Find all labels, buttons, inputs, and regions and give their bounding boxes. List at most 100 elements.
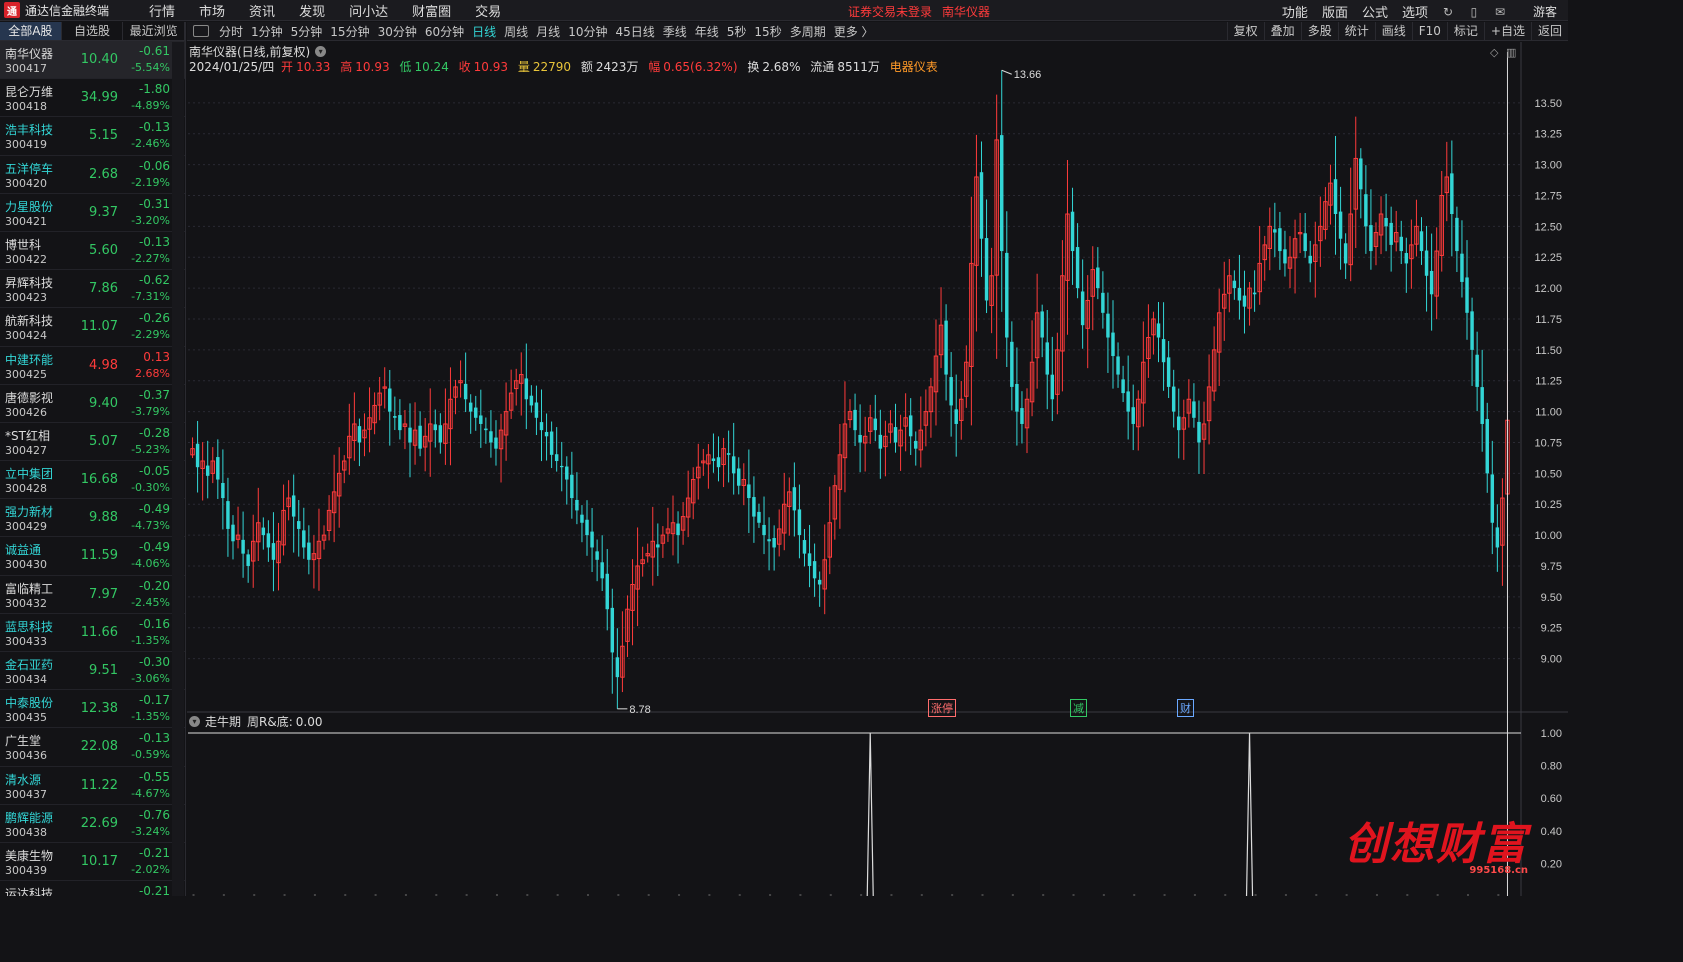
stock-row[interactable]: 蓝思科技 300433 11.66 -0.16 -1.35%	[0, 614, 185, 652]
close-value: 10.93	[473, 60, 509, 74]
candle-body	[1384, 217, 1388, 227]
period-tab[interactable]: 日线	[468, 23, 500, 40]
sidebar-toggle-icon[interactable]	[193, 25, 209, 37]
diamond-icon[interactable]: ◇	[1490, 46, 1498, 59]
panel-icon[interactable]: ▥	[1506, 46, 1516, 59]
stock-row[interactable]: 运达科技 -0.21	[0, 881, 185, 896]
menu-item-markets[interactable]: 市场	[187, 1, 237, 20]
stock-code: 300420	[5, 176, 47, 190]
stock-row[interactable]: 五洋停车 300420 2.68 -0.06 -2.19%	[0, 156, 185, 194]
chevron-down-icon[interactable]: ▾	[189, 716, 200, 727]
stock-row[interactable]: 广生堂 300436 22.08 -0.13 -0.59%	[0, 728, 185, 767]
period-tab[interactable]: 10分钟	[564, 23, 611, 40]
period-tab[interactable]: 分时	[215, 23, 247, 40]
stock-row[interactable]: *ST红相 300427 5.07 -0.28 -5.23%	[0, 423, 185, 462]
event-tag-reduce[interactable]: 减	[1070, 699, 1087, 717]
menu-item-discover[interactable]: 发现	[287, 1, 337, 20]
period-tab[interactable]: 周线	[500, 23, 532, 40]
event-tag-finance[interactable]: 财	[1177, 699, 1194, 717]
event-tag-limit-up[interactable]: 涨停	[928, 699, 956, 717]
stock-row[interactable]: 诚益通 300430 11.59 -0.49 -4.06%	[0, 537, 185, 576]
chart-tool-button[interactable]: 画线	[1374, 22, 1412, 41]
price-tick-label: 12.25	[1534, 252, 1562, 264]
chart-tool-button[interactable]: 多股	[1300, 22, 1338, 41]
stock-row[interactable]: 博世科 300422 5.60 -0.13 -2.27%	[0, 232, 185, 271]
candle-body	[1045, 342, 1049, 375]
stock-row[interactable]: 强力新材 300429 9.88 -0.49 -4.73%	[0, 499, 185, 538]
chart-tool-button[interactable]: F10	[1411, 22, 1447, 41]
candle-body	[1369, 225, 1373, 252]
period-tab[interactable]: 月线	[532, 23, 564, 40]
stock-row[interactable]: 清水源 300437 11.22 -0.55 -4.67%	[0, 767, 185, 805]
period-tab[interactable]: 1分钟	[247, 23, 287, 40]
candle-body	[802, 540, 807, 554]
stock-change-pct: -3.20%	[131, 213, 170, 227]
stock-row[interactable]: 昆仑万维 300418 34.99 -1.80 -4.89%	[0, 79, 185, 118]
chart-tool-button[interactable]: 复权	[1226, 22, 1264, 41]
indicator-name[interactable]: 走牛期	[205, 713, 241, 730]
chart-tool-button[interactable]: 标记	[1446, 22, 1484, 41]
tab-recent[interactable]: 最近浏览	[123, 22, 185, 40]
menu-item-layout[interactable]: 版面	[1315, 2, 1355, 21]
period-tab[interactable]: 5秒	[723, 23, 751, 40]
stock-row[interactable]: 立中集团 300428 16.68 -0.05 -0.30%	[0, 461, 185, 500]
period-tab[interactable]: 45日线	[611, 23, 658, 40]
chart-tool-button[interactable]: +自选	[1483, 22, 1531, 41]
period-tab[interactable]: 5分钟	[287, 23, 327, 40]
refresh-icon[interactable]: ↻	[1435, 5, 1461, 19]
stock-row[interactable]: 中建环能 300425 4.98 0.13 2.68%	[0, 347, 185, 385]
app-title: 通达信金融终端	[25, 3, 110, 18]
stock-row[interactable]: 浩丰科技 300419 5.15 -0.13 -2.46%	[0, 117, 185, 156]
stock-row[interactable]: 昇辉科技 300423 7.86 -0.62 -7.31%	[0, 270, 185, 309]
chart-tool-button[interactable]: 返回	[1530, 22, 1568, 41]
period-tab[interactable]: 30分钟	[374, 23, 421, 40]
stock-code: 300424	[5, 329, 47, 343]
menu-item-market[interactable]: 行情	[137, 1, 187, 20]
chart-tool-button[interactable]: 统计	[1337, 22, 1375, 41]
stock-row[interactable]: 唐德影视 300426 9.40 -0.37 -3.79%	[0, 385, 185, 423]
period-tab[interactable]: 多周期	[786, 23, 830, 40]
menu-item-fortune[interactable]: 财富圈	[400, 1, 463, 20]
stock-row[interactable]: 金石亚药 300434 9.51 -0.30 -3.06%	[0, 652, 185, 691]
indicator-peak	[866, 732, 874, 896]
phone-icon[interactable]: ▯	[1461, 5, 1487, 19]
stock-row[interactable]: 美康生物 300439 10.17 -0.21 -2.02%	[0, 843, 185, 882]
menu-item-trade[interactable]: 交易	[463, 1, 513, 20]
stock-row[interactable]: 中泰股份 300435 12.38 -0.17 -1.35%	[0, 690, 185, 729]
kline-chart-canvas[interactable]: 13.50 13.25 13.00 12.75 12.50 12.25 12.00 11.75…	[187, 42, 1568, 896]
turnover-value: 2.68%	[762, 60, 801, 74]
tab-watchlist[interactable]: 自选股	[62, 22, 124, 40]
tab-all-a-shares[interactable]: 全部A股	[0, 22, 62, 40]
stock-row[interactable]: 富临精工 300432 7.97 -0.20 -2.45%	[0, 576, 185, 614]
menu-item-news[interactable]: 资讯	[237, 1, 287, 20]
mail-icon[interactable]: ✉	[1487, 5, 1513, 19]
stock-row[interactable]: 鹏辉能源 300438 22.69 -0.76 -3.24%	[0, 805, 185, 843]
candle-body	[479, 415, 483, 424]
period-tab[interactable]: 年线	[691, 23, 723, 40]
menu-item-formula[interactable]: 公式	[1355, 2, 1395, 21]
stock-row[interactable]: 南华仪器 300417 10.40 -0.61 -5.54%	[0, 41, 185, 80]
stock-row[interactable]: 力星股份 300421 9.37 -0.31 -3.20%	[0, 194, 185, 232]
stock-change-pct: -4.73%	[131, 519, 170, 533]
period-tab[interactable]: 季线	[659, 23, 691, 40]
candle-body	[221, 482, 225, 499]
period-tab[interactable]: 15分钟	[326, 23, 373, 40]
max-marker	[1001, 69, 1012, 75]
stock-name: 金石亚药	[5, 658, 54, 672]
menu-item-options[interactable]: 选项	[1395, 2, 1435, 21]
menu-item-ask[interactable]: 问小达	[337, 1, 400, 20]
candle-body	[1237, 287, 1242, 301]
sector-link[interactable]: 电器仪表	[890, 60, 938, 74]
period-tab[interactable]: 更多 〉	[830, 23, 878, 40]
guest-label[interactable]: 游客	[1513, 3, 1564, 20]
period-tab[interactable]: 60分钟	[421, 23, 468, 40]
chart-tool-button[interactable]: 叠加	[1263, 22, 1301, 41]
sidebar-scrollbar[interactable]	[172, 42, 184, 896]
chevron-down-icon[interactable]: ▾	[315, 46, 327, 57]
stock-row[interactable]: 航新科技 300424 11.07 -0.26 -2.29%	[0, 308, 185, 347]
menu-item-function[interactable]: 功能	[1275, 2, 1315, 21]
login-status[interactable]: 证券交易未登录 南华仪器	[848, 3, 1000, 20]
stock-code: 300426	[5, 405, 47, 419]
period-tab[interactable]: 15秒	[750, 23, 785, 40]
kline-chart[interactable]: 13.50 13.25 13.00 12.75 12.50 12.25 12.00 11.75…	[187, 42, 1568, 896]
